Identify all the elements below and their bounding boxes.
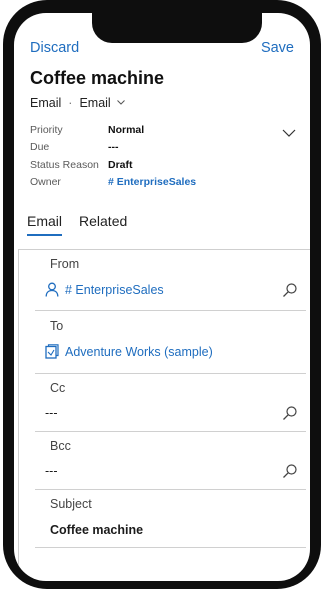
expand-header-chevron-icon[interactable] [282, 128, 296, 138]
priority-label: Priority [30, 123, 63, 136]
status-value: Draft [108, 158, 133, 171]
divider [35, 547, 306, 548]
due-value: --- [108, 141, 119, 154]
owner-label: Owner [30, 176, 61, 189]
cc-value-row[interactable]: --- [45, 406, 310, 420]
status-label: Status Reason [30, 158, 99, 171]
search-icon[interactable] [282, 405, 298, 421]
from-value-row: # EnterpriseSales [45, 282, 310, 297]
bcc-value-row[interactable]: --- [45, 464, 310, 478]
form-name: Email [79, 96, 111, 110]
record-title: Coffee machine [30, 68, 165, 88]
bcc-label: Bcc [50, 439, 71, 453]
cc-label: Cc [50, 381, 66, 395]
priority-row: Priority Normal [30, 121, 230, 139]
bcc-field: Bcc --- [19, 432, 310, 490]
to-field: To Adventure Works (sample) [19, 311, 310, 374]
to-label: To [50, 319, 64, 333]
from-link[interactable]: # EnterpriseSales [65, 283, 164, 297]
owner-link[interactable]: # EnterpriseSales [108, 176, 196, 188]
chevron-down-icon [116, 100, 125, 105]
entity-type: Email [30, 96, 62, 110]
subject-field: Subject Coffee machine [19, 490, 310, 548]
tab-list: Email Related [27, 213, 144, 236]
email-form-panel: From # EnterpriseSales To Adventure Work… [18, 249, 310, 581]
record-subheader: Email · Email [30, 96, 125, 110]
form-selector[interactable]: Email [79, 96, 125, 110]
from-label: From [50, 257, 80, 271]
command-bar: Discard Save [30, 40, 294, 62]
phone-notch [92, 13, 262, 43]
owner-row: Owner # EnterpriseSales [30, 174, 230, 192]
subject-input[interactable]: Coffee machine [50, 523, 310, 537]
bcc-value: --- [45, 464, 58, 478]
cc-value: --- [45, 406, 58, 420]
screen: Discard Save Coffee machine Email · Emai… [14, 13, 310, 581]
header-fields: Priority Normal Due --- Status Reason Dr… [30, 121, 230, 191]
cc-field: Cc --- [19, 374, 310, 432]
subject-value: Coffee machine [50, 523, 144, 537]
subject-label: Subject [50, 497, 92, 511]
user-icon [45, 282, 59, 297]
separator-dot: · [68, 96, 73, 110]
save-button[interactable]: Save [261, 40, 294, 56]
search-icon[interactable] [282, 282, 298, 298]
from-field: From # EnterpriseSales [19, 250, 310, 311]
due-label: Due [30, 141, 50, 154]
discard-button[interactable]: Discard [30, 40, 79, 56]
status-row: Status Reason Draft [30, 156, 230, 174]
priority-value: Normal [108, 123, 145, 136]
tab-related[interactable]: Related [79, 213, 127, 236]
account-icon [45, 344, 59, 359]
tab-email[interactable]: Email [27, 213, 63, 236]
search-icon[interactable] [282, 463, 298, 479]
to-link[interactable]: Adventure Works (sample) [65, 345, 213, 359]
to-value-row: Adventure Works (sample) [45, 344, 310, 359]
due-row: Due --- [30, 139, 230, 157]
